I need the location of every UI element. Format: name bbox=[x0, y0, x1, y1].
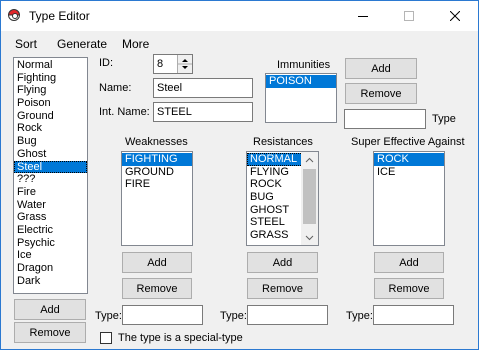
resistances-list-item[interactable]: FLYING bbox=[247, 166, 303, 179]
super-effective-list-item[interactable]: ROCK bbox=[374, 153, 444, 166]
weaknesses-list-item[interactable]: FIGHTING bbox=[122, 153, 192, 166]
add-super-effective-button[interactable]: Add bbox=[374, 252, 444, 273]
super-effective-list[interactable]: ROCK ICE bbox=[373, 151, 445, 246]
super-effective-type-field[interactable] bbox=[373, 305, 454, 325]
weakness-type-field[interactable] bbox=[122, 305, 203, 325]
immunity-type-field[interactable] bbox=[344, 109, 426, 129]
remove-super-effective-button[interactable]: Remove bbox=[374, 278, 444, 299]
int-name-field[interactable]: STEEL bbox=[153, 102, 253, 122]
int-name-label: Int. Name: bbox=[99, 106, 150, 118]
type-list-item[interactable]: Dragon bbox=[14, 262, 87, 275]
maximize-button[interactable] bbox=[386, 1, 432, 31]
close-button[interactable] bbox=[432, 1, 478, 31]
type-list-item[interactable]: ??? bbox=[14, 173, 87, 186]
name-label: Name: bbox=[99, 82, 132, 94]
type-list-item[interactable]: Normal bbox=[14, 59, 87, 72]
type-list-item[interactable]: Flying bbox=[14, 84, 87, 97]
type-list-item[interactable]: Grass bbox=[14, 211, 87, 224]
type-list-item[interactable]: Water bbox=[14, 199, 87, 212]
resistances-list-item[interactable]: GRASS bbox=[247, 229, 303, 242]
resistances-list[interactable]: NORMAL FLYING ROCK BUG GHOST STEEL GRASS bbox=[246, 151, 319, 246]
type-list-item[interactable]: Rock bbox=[14, 122, 87, 135]
weaknesses-list-item[interactable]: GROUND bbox=[122, 166, 192, 179]
menu-sort[interactable]: Sort bbox=[15, 37, 37, 51]
type-list-item[interactable]: Psychic bbox=[14, 237, 87, 250]
type-list-item[interactable]: Fire bbox=[14, 186, 87, 199]
type-list-item[interactable]: Dark bbox=[14, 275, 87, 288]
special-type-label[interactable]: The type is a special-type bbox=[118, 332, 243, 344]
weaknesses-label: Weaknesses bbox=[125, 136, 188, 148]
weaknesses-list[interactable]: FIGHTING GROUND FIRE bbox=[121, 151, 193, 246]
close-icon bbox=[450, 11, 460, 21]
minimize-button[interactable] bbox=[340, 1, 386, 31]
scroll-down-icon[interactable] bbox=[305, 235, 314, 241]
type-list-item-selected[interactable]: Steel bbox=[14, 160, 87, 174]
minimize-icon bbox=[358, 16, 368, 17]
resistances-list-item[interactable]: STEEL bbox=[247, 216, 303, 229]
type-list-item[interactable]: Poison bbox=[14, 97, 87, 110]
remove-weakness-button[interactable]: Remove bbox=[122, 278, 192, 299]
special-type-checkbox[interactable] bbox=[100, 332, 112, 344]
type-list[interactable]: Normal Fighting Flying Poison Ground Roc… bbox=[13, 57, 88, 294]
maximize-icon bbox=[404, 11, 414, 21]
type-list-item[interactable]: Ice bbox=[14, 249, 87, 262]
type-list-item[interactable]: Ghost bbox=[14, 148, 87, 161]
add-weakness-button[interactable]: Add bbox=[122, 252, 192, 273]
type-list-item[interactable]: Electric bbox=[14, 224, 87, 237]
weakness-type-label: Type: bbox=[95, 310, 122, 322]
scroll-up-icon[interactable] bbox=[305, 157, 314, 163]
type-list-item[interactable]: Ground bbox=[14, 110, 87, 123]
resistance-type-label: Type: bbox=[220, 310, 247, 322]
pokeball-icon bbox=[8, 9, 20, 21]
type-list-item[interactable]: Fighting bbox=[14, 72, 87, 85]
immunities-label: Immunities bbox=[277, 59, 331, 71]
resistances-list-item[interactable]: NORMAL bbox=[247, 153, 303, 166]
add-resistance-button[interactable]: Add bbox=[247, 252, 318, 273]
resistances-scrollbar[interactable] bbox=[301, 152, 318, 245]
name-field[interactable]: Steel bbox=[153, 78, 253, 98]
remove-resistance-button[interactable]: Remove bbox=[247, 278, 318, 299]
type-list-item[interactable]: Bug bbox=[14, 135, 87, 148]
id-field[interactable]: 8 bbox=[153, 54, 193, 74]
super-effective-list-item[interactable]: ICE bbox=[374, 166, 444, 179]
menu-more[interactable]: More bbox=[122, 37, 149, 51]
super-effective-label: Super Effective Against bbox=[351, 136, 465, 148]
resistances-list-item[interactable]: ROCK bbox=[247, 178, 303, 191]
window-title: Type Editor bbox=[29, 9, 90, 23]
resistance-type-field[interactable] bbox=[247, 305, 328, 325]
resistances-list-item[interactable]: BUG bbox=[247, 191, 303, 204]
immunities-list[interactable]: POISON bbox=[265, 73, 337, 123]
stepper-up-icon[interactable] bbox=[182, 59, 188, 62]
stepper-down-icon[interactable] bbox=[182, 66, 188, 69]
menu-generate[interactable]: Generate bbox=[57, 37, 107, 51]
resistances-label: Resistances bbox=[253, 136, 313, 148]
id-stepper[interactable] bbox=[177, 55, 192, 73]
immunities-list-item[interactable]: POISON bbox=[266, 75, 336, 88]
remove-type-button[interactable]: Remove bbox=[14, 322, 86, 343]
resistances-scroll-thumb[interactable] bbox=[303, 169, 316, 224]
immunity-type-label: Type bbox=[432, 113, 456, 125]
add-type-button[interactable]: Add bbox=[14, 299, 86, 320]
title-bar[interactable]: Type Editor bbox=[1, 1, 478, 31]
id-label: ID: bbox=[99, 57, 114, 69]
type-editor-window: Type Editor Sort Generate More Normal Fi… bbox=[0, 0, 479, 350]
super-effective-type-label: Type: bbox=[346, 310, 373, 322]
add-immunity-button[interactable]: Add bbox=[345, 58, 417, 79]
resistances-list-item[interactable]: GHOST bbox=[247, 204, 303, 217]
weaknesses-list-item[interactable]: FIRE bbox=[122, 178, 192, 191]
remove-immunity-button[interactable]: Remove bbox=[345, 83, 417, 104]
